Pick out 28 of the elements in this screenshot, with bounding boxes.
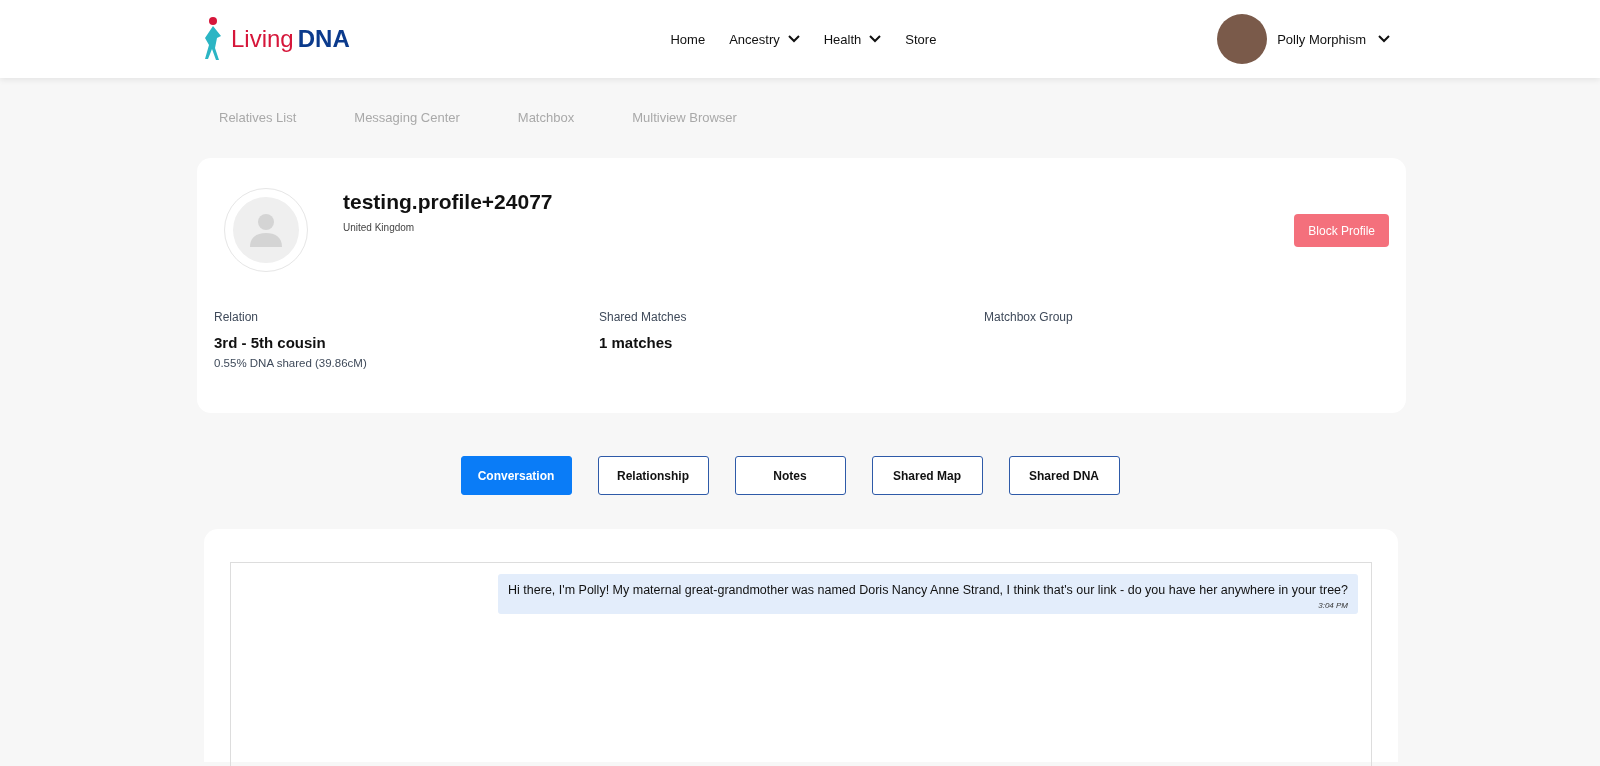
stat-label: Matchbox Group	[984, 310, 1074, 324]
chevron-down-icon	[869, 35, 882, 43]
logo-text: DNA	[297, 25, 350, 53]
nav-link[interactable]: Ancestry	[729, 31, 800, 47]
tab[interactable]: Conversation	[460, 456, 572, 495]
tab[interactable]: Shared DNA	[1008, 456, 1120, 495]
user-menu[interactable]: Polly Morphism	[1277, 31, 1390, 47]
tab[interactable]: Notes	[734, 456, 846, 495]
stat-detail: 0.55% DNA shared (39.86cM)	[214, 357, 368, 369]
nav-link[interactable]: Store	[905, 31, 937, 47]
stat-label: Relation	[214, 310, 260, 324]
stat-label: Shared Matches	[599, 310, 688, 324]
user-avatar[interactable]	[1217, 14, 1268, 64]
message-text: Hi there, I'm Polly! My maternal great-grandmother was named Doris Nancy Anne Strand, I think that's our link - do you have her anywhere in your tree?	[508, 583, 1348, 597]
message-time: 3:04 PM	[1317, 601, 1348, 610]
stat-value: 3rd - 5th cousin	[214, 334, 327, 351]
logo[interactable]: Living DNA	[203, 16, 350, 62]
person-icon	[247, 211, 285, 249]
logo-text: Living	[231, 25, 294, 53]
stat-value: 1 matches	[599, 334, 674, 351]
tab[interactable]: Shared Map	[871, 456, 983, 495]
nav-link[interactable]: Health	[823, 31, 882, 47]
nav-link[interactable]: Home	[670, 31, 706, 47]
profile-location: United Kingdom	[343, 222, 416, 233]
chevron-down-icon	[787, 35, 800, 43]
profile-name: testing.profile+24077	[343, 190, 554, 214]
tab[interactable]: Relationship	[597, 456, 709, 495]
chevron-down-icon	[1378, 35, 1390, 43]
